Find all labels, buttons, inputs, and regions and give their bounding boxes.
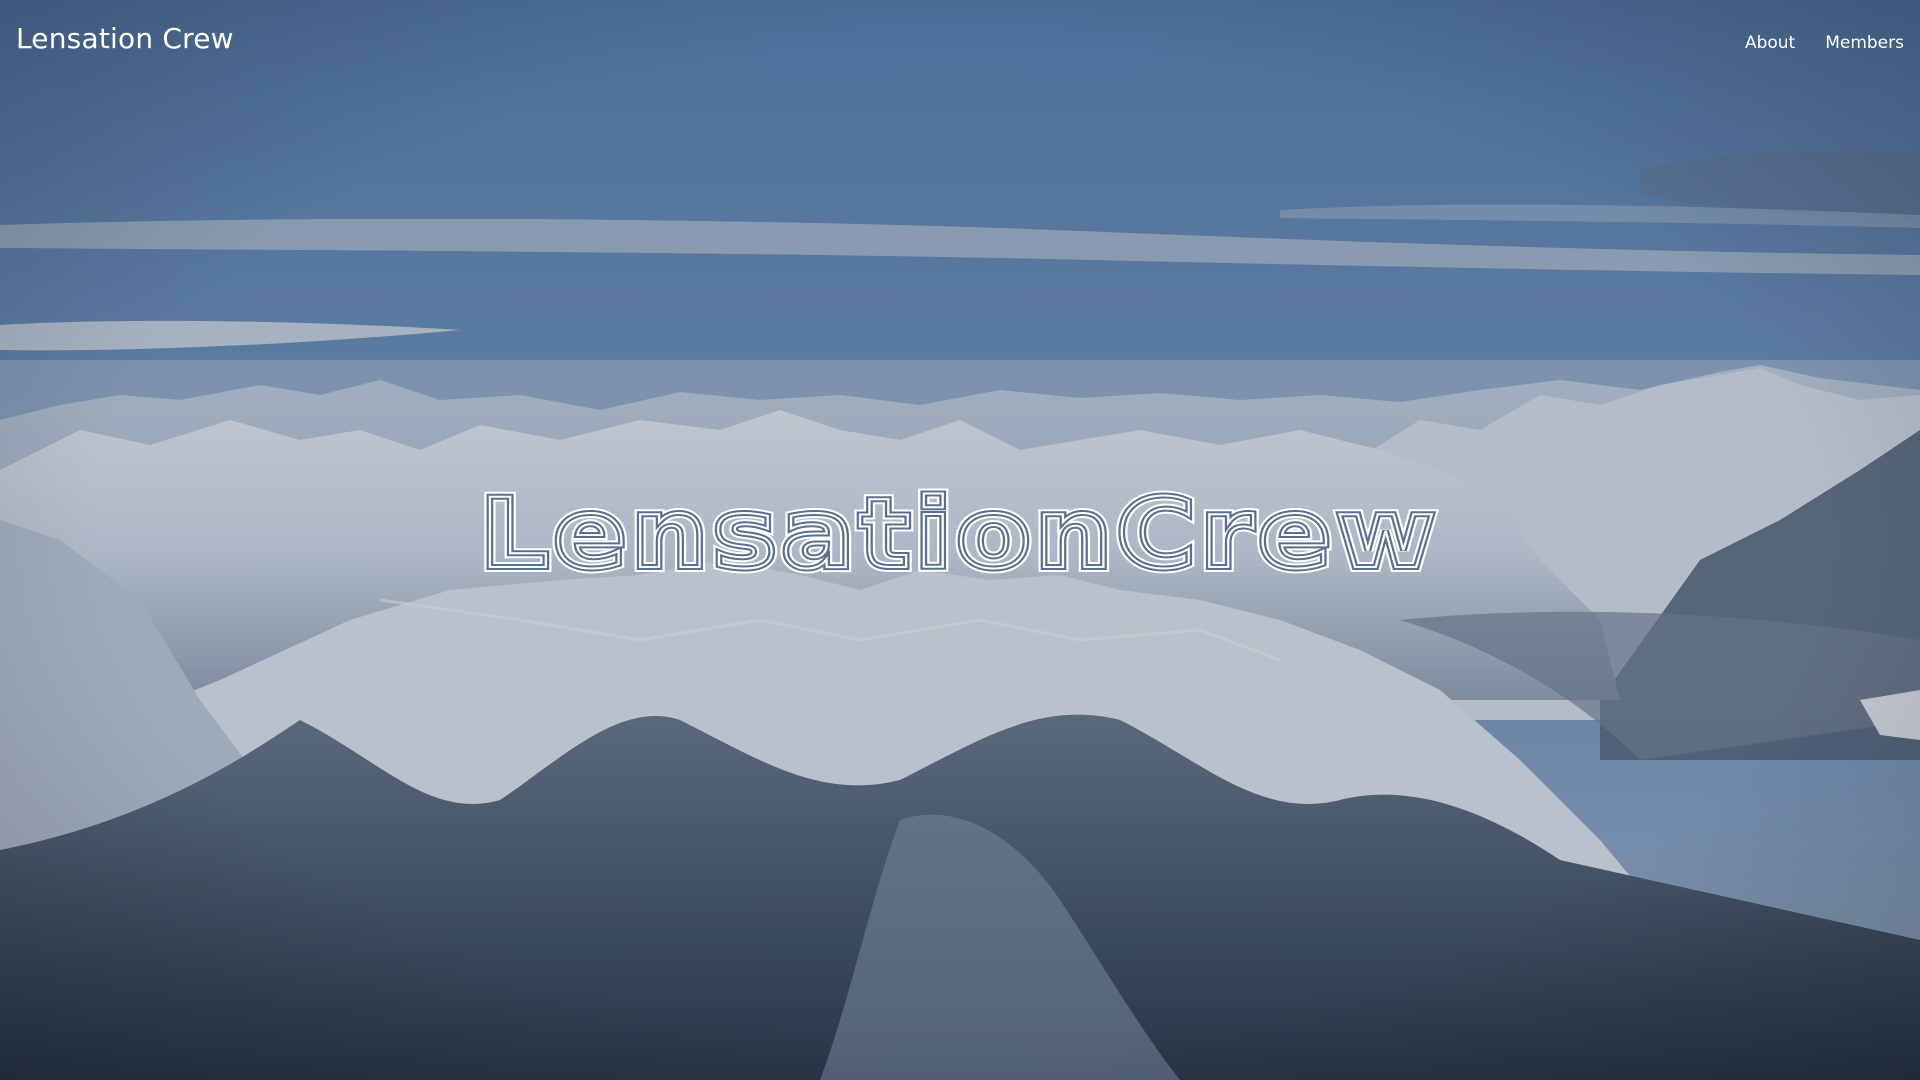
brand-link[interactable]: Lensation Crew — [16, 22, 234, 55]
hero-headline-svg: LensationCrew LensationCrew LensationCre… — [475, 473, 1441, 595]
nav-about-link[interactable]: About — [1745, 33, 1795, 53]
top-navbar: Lensation Crew About Members — [0, 0, 1920, 90]
nav-members-link[interactable]: Members — [1825, 33, 1904, 53]
hero-headline-container: LensationCrew LensationCrew LensationCre… — [0, 473, 1920, 595]
page: Lensation Crew About Members LensationCr… — [0, 0, 1920, 1080]
hero-headline-stroke-inner: LensationCrew — [480, 478, 1440, 590]
main-nav: About Members — [1745, 33, 1904, 53]
